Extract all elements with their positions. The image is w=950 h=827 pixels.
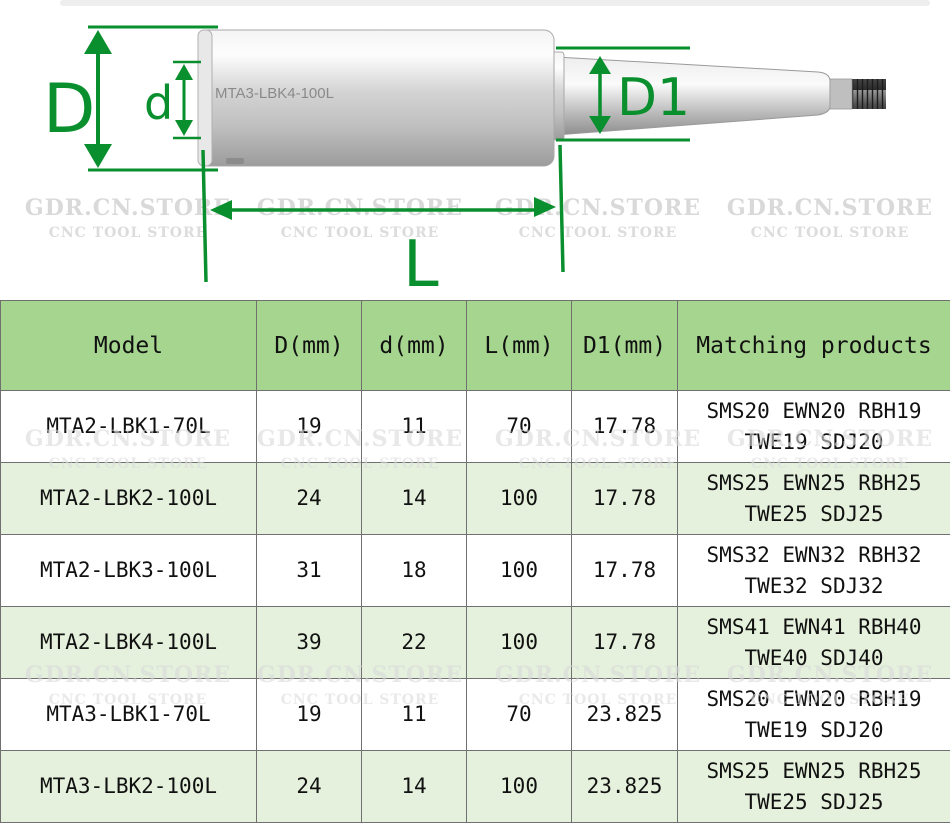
- watermark-main: GDR.CN.STORE: [727, 195, 933, 221]
- cell-d: 18: [361, 534, 467, 607]
- cell-D1: 23.825: [571, 678, 678, 751]
- cell-L: 100: [466, 750, 572, 823]
- dim-label-L: L: [403, 228, 439, 300]
- watermark-sub: CNC TOOL STORE: [751, 225, 910, 241]
- cell-d: 11: [361, 678, 467, 751]
- cell-D: 39: [256, 606, 362, 679]
- cell-L: 100: [466, 534, 572, 607]
- watermark-sub: CNC TOOL STORE: [519, 225, 678, 241]
- matching-line: SMS25 EWN25 RBH25: [706, 758, 922, 783]
- cell-d: 14: [361, 750, 467, 823]
- cell-D: 31: [256, 534, 362, 607]
- header-D: D(mm): [256, 300, 362, 391]
- table-row: MTA3-LBK2-100L 24 14 100 23.825 SMS25 EW…: [0, 750, 950, 823]
- shank-neck: [829, 78, 853, 110]
- matching-line: SMS41 EWN41 RBH40: [706, 614, 922, 639]
- table-header-row: Model D(mm) d(mm) L(mm) D1(mm) Matching …: [0, 300, 950, 391]
- watermark-main: GDR.CN.STORE: [495, 195, 701, 221]
- dim-label-D: D: [43, 70, 95, 149]
- matching-line: TWE19 SDJ20: [744, 717, 884, 742]
- cell-model: MTA2-LBK4-100L: [0, 606, 257, 679]
- cell-D1: 17.78: [571, 606, 678, 679]
- cell-model: MTA3-LBK1-70L: [0, 678, 257, 751]
- cell-L: 70: [466, 678, 572, 751]
- thread-end: [850, 79, 886, 109]
- header-d: d(mm): [361, 300, 467, 391]
- engraved-part-label: MTA3-LBK4-100L: [215, 85, 334, 102]
- header-matching-products: Matching products: [677, 300, 950, 391]
- cell-matching-products: SMS20 EWN20 RBH19 TWE19 SDJ20: [677, 390, 950, 463]
- cell-D1: 17.78: [571, 462, 678, 535]
- matching-line: SMS20 EWN20 RBH19: [706, 398, 922, 423]
- cell-D: 19: [256, 678, 362, 751]
- set-screw-hole: [226, 158, 244, 164]
- cell-D1: 23.825: [571, 750, 678, 823]
- matching-line: SMS20 EWN20 RBH19: [706, 686, 922, 711]
- cell-model: MTA2-LBK2-100L: [0, 462, 257, 535]
- header-D1: D1(mm): [571, 300, 678, 391]
- cell-d: 11: [361, 390, 467, 463]
- matching-line: TWE19 SDJ20: [744, 429, 884, 454]
- diagram-svg: GDR.CN.STORE CNC TOOL STORE GDR.CN.STORE…: [25, 0, 933, 300]
- spec-table: Model D(mm) d(mm) L(mm) D1(mm) Matching …: [0, 300, 950, 823]
- matching-line: TWE40 SDJ40: [744, 645, 884, 670]
- table-row: MTA2-LBK3-100L 31 18 100 17.78 SMS32 EWN…: [0, 534, 950, 607]
- cell-L: 100: [466, 462, 572, 535]
- tool-holder: MTA3-LBK4-100L: [197, 29, 886, 167]
- dim-D-arrow-top: [84, 30, 112, 54]
- cell-model: MTA2-LBK3-100L: [0, 534, 257, 607]
- matching-line: SMS32 EWN32 RBH32: [706, 542, 922, 567]
- header-L: L(mm): [466, 300, 572, 391]
- cell-L: 100: [466, 606, 572, 679]
- watermark-main: GDR.CN.STORE: [257, 195, 463, 221]
- cell-D1: 17.78: [571, 390, 678, 463]
- cell-matching-products: SMS25 EWN25 RBH25 TWE25 SDJ25: [677, 462, 950, 535]
- cell-D: 24: [256, 750, 362, 823]
- matching-line: SMS25 EWN25 RBH25: [706, 470, 922, 495]
- table-row: MTA2-LBK4-100L 39 22 100 17.78 SMS41 EWN…: [0, 606, 950, 679]
- cell-D1: 17.78: [571, 534, 678, 607]
- header-model: Model: [0, 300, 257, 391]
- watermark-main: GDR.CN.STORE: [25, 195, 231, 221]
- cell-matching-products: SMS20 EWN20 RBH19 TWE19 SDJ20: [677, 678, 950, 751]
- matching-line: TWE25 SDJ25: [744, 501, 884, 526]
- matching-line: TWE25 SDJ25: [744, 789, 884, 814]
- dim-label-D1: D1: [617, 68, 690, 128]
- dim-d-arrow-bottom: [175, 120, 193, 136]
- cell-matching-products: SMS25 EWN25 RBH25 TWE25 SDJ25: [677, 750, 950, 823]
- table-row: MTA3-LBK1-70L 19 11 70 23.825 SMS20 EWN2…: [0, 678, 950, 751]
- cell-D: 24: [256, 462, 362, 535]
- cell-matching-products: SMS41 EWN41 RBH40 TWE40 SDJ40: [677, 606, 950, 679]
- cell-d: 14: [361, 462, 467, 535]
- bore-face: [197, 29, 213, 167]
- table-row: MTA2-LBK2-100L 24 14 100 17.78 SMS25 EWN…: [0, 462, 950, 535]
- cell-matching-products: SMS32 EWN32 RBH32 TWE32 SDJ32: [677, 534, 950, 607]
- diagram-watermarks: GDR.CN.STORE CNC TOOL STORE GDR.CN.STORE…: [25, 195, 933, 241]
- top-strip: [60, 0, 930, 6]
- tool-holder-diagram: GDR.CN.STORE CNC TOOL STORE GDR.CN.STORE…: [0, 0, 950, 300]
- cell-model: MTA3-LBK2-100L: [0, 750, 257, 823]
- cell-model: MTA2-LBK1-70L: [0, 390, 257, 463]
- cell-L: 70: [466, 390, 572, 463]
- dim-label-d: d: [144, 76, 173, 130]
- matching-line: TWE32 SDJ32: [744, 573, 884, 598]
- watermark-sub: CNC TOOL STORE: [49, 225, 208, 241]
- table-row: MTA2-LBK1-70L 19 11 70 17.78 SMS20 EWN20…: [0, 390, 950, 463]
- cell-d: 22: [361, 606, 467, 679]
- dim-d-arrow-top: [175, 64, 193, 80]
- cell-D: 19: [256, 390, 362, 463]
- dim-L-ext-right: [558, 144, 565, 273]
